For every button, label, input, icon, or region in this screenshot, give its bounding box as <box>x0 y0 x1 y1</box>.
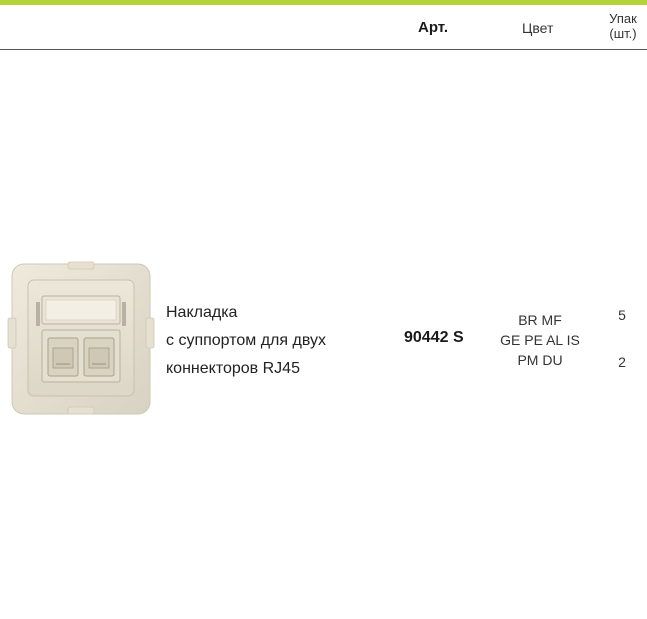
description-line-1: Накладка <box>166 304 238 321</box>
header-pack-line2: (шт.) <box>609 26 637 41</box>
pack-quantity-1: 5 <box>618 307 626 323</box>
header-rule <box>0 49 647 50</box>
product-description: Накладка с суппортом для двух коннекторо… <box>166 299 326 383</box>
header-article: Арт. <box>418 19 448 36</box>
pack-quantity-2: 2 <box>618 354 626 370</box>
top-accent-bar <box>0 0 647 5</box>
header-pack-line1: Упак <box>609 11 637 26</box>
header-color: Цвет <box>522 20 554 36</box>
color-codes: BR MF GE PE AL IS PM DU <box>490 310 590 370</box>
description-line-3: коннекторов RJ45 <box>166 360 300 377</box>
color-line-3: PM DU <box>517 352 563 368</box>
color-line-2: GE PE AL IS <box>500 332 580 348</box>
description-line-2: с суппортом для двух <box>166 332 326 349</box>
rj45-dual-faceplate-icon <box>7 261 155 415</box>
header-pack: Упак (шт.) <box>603 11 643 41</box>
color-line-1: BR MF <box>518 312 562 328</box>
article-number: 90442 S <box>404 329 464 346</box>
